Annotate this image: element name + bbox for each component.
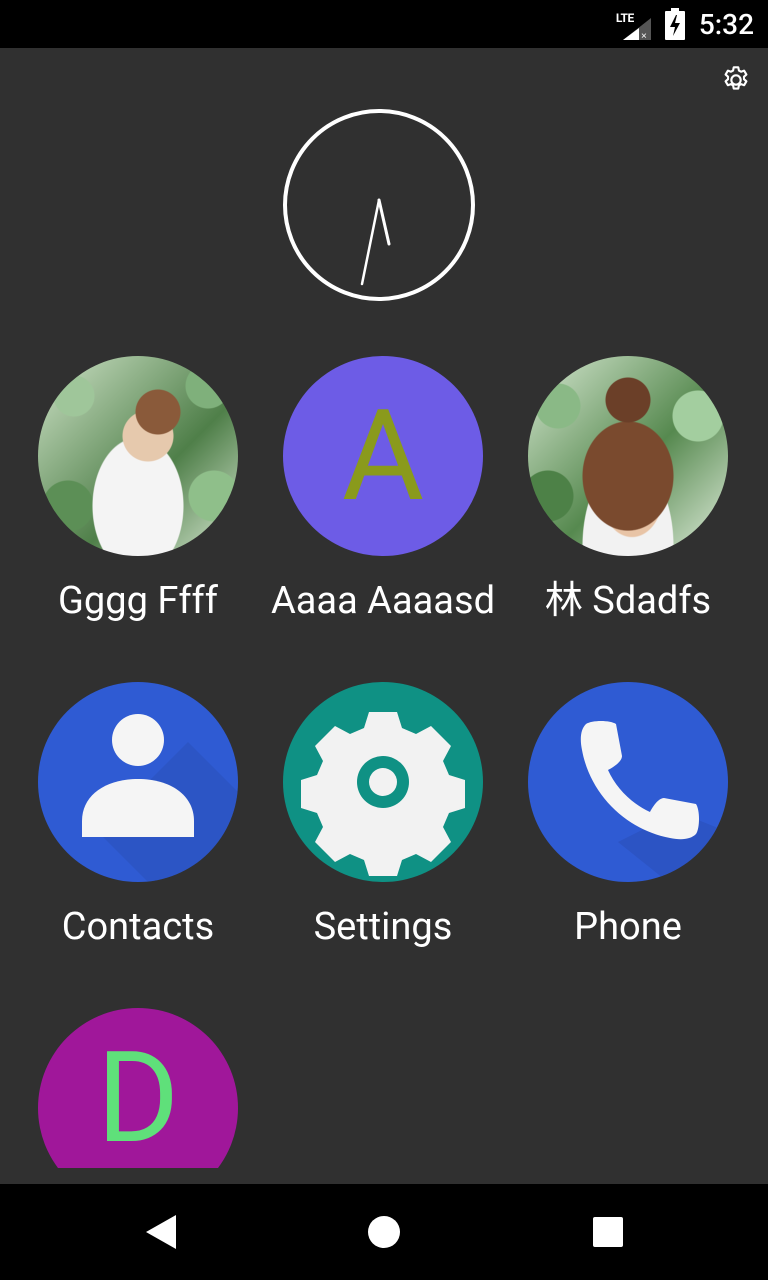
home-button[interactable] [364,1212,404,1252]
lte-signal-icon: LTE × [615,8,651,40]
contact-avatar-letter: D [38,1008,238,1168]
avatar-letter: A [341,382,425,530]
minute-hand [360,198,381,286]
back-icon [146,1215,176,1249]
settings-app-icon [283,682,483,882]
contacts-icon [38,682,238,882]
svg-text:×: × [641,31,647,40]
home-icon [368,1216,400,1248]
contact-photo [528,356,728,556]
app-label: Phone [574,905,682,949]
contact-name: 林 Sdadfs [544,579,712,623]
contact-name: Aaaa Aaaasd [270,579,496,623]
app-phone[interactable]: Phone [506,682,750,950]
analog-clock [283,109,475,301]
gear-icon [724,66,748,90]
favorite-contact-1[interactable]: Gggg Ffff [16,356,260,624]
back-button[interactable] [140,1212,180,1252]
contact-name: Gggg Ffff [58,579,218,623]
favorite-contact-3[interactable]: 林 Sdadfs [506,356,750,624]
phone-icon [528,682,728,882]
recents-icon [593,1217,623,1247]
favorite-contact-4[interactable]: D [16,1008,260,1168]
status-time: 5:32 [698,7,754,41]
app-settings[interactable]: Settings [261,682,505,950]
status-bar: LTE × 5:32 [0,0,768,48]
contact-avatar-letter: A [283,356,483,556]
app-label: Contacts [61,905,215,949]
app-label: Settings [313,905,453,949]
hour-hand [377,198,391,246]
favorite-contact-2[interactable]: A Aaaa Aaaasd [261,356,505,624]
contact-photo [38,356,238,556]
avatar-letter: D [96,1024,180,1168]
battery-charging-icon [664,8,685,40]
settings-gear-button[interactable] [718,62,754,98]
recents-button[interactable] [588,1212,628,1252]
navigation-bar [0,1184,768,1280]
status-icons: LTE × 5:32 [615,0,754,48]
app-contacts[interactable]: Contacts [16,682,260,950]
